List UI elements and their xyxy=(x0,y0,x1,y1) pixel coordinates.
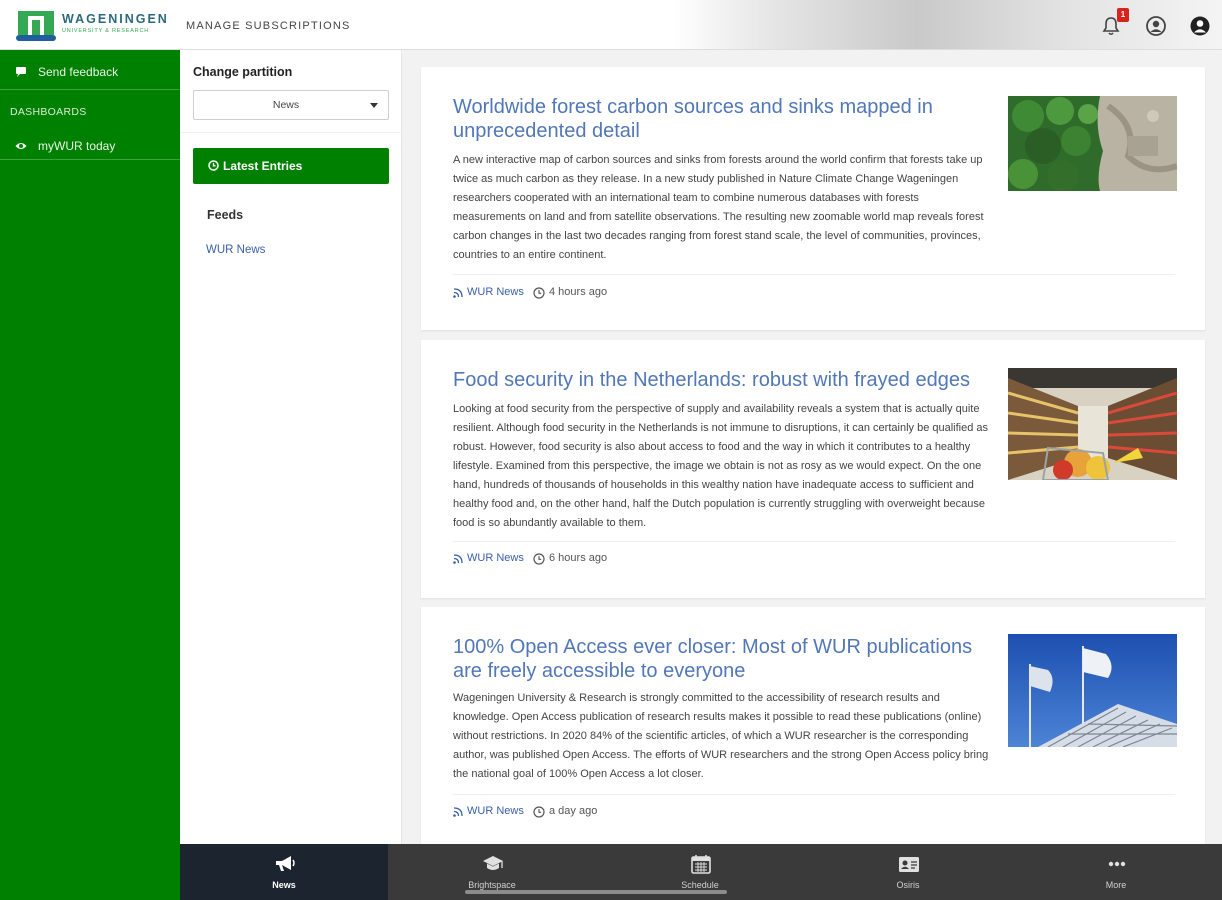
megaphone-icon xyxy=(276,856,295,871)
card-divider xyxy=(453,274,1175,275)
logo-name: WAGENINGEN xyxy=(62,12,169,26)
sidebar-divider xyxy=(0,159,180,160)
article-timestamp: a day ago xyxy=(549,805,598,817)
sidebar-item-label: Send feedback xyxy=(38,65,119,79)
forest-aerial-image[interactable] xyxy=(1008,96,1177,191)
panel-divider xyxy=(180,132,402,133)
article-title[interactable]: Worldwide forest carbon sources and sink… xyxy=(453,95,983,143)
article-meta: WUR News 4 hours ago xyxy=(453,286,753,302)
rss-icon xyxy=(453,288,463,298)
calendar-icon xyxy=(691,855,711,874)
card-divider xyxy=(453,794,1175,795)
notification-badge: 1 xyxy=(1117,8,1129,22)
latest-entries-label: Latest Entries xyxy=(223,159,303,173)
feed-link-wur-news[interactable]: WUR News xyxy=(206,244,265,256)
tab-label: Brightspace xyxy=(468,880,516,890)
wur-logo-icon xyxy=(16,11,56,41)
article-meta: WUR News a day ago xyxy=(453,805,753,821)
flags-building-image[interactable] xyxy=(1008,634,1177,747)
latest-entries-button[interactable]: Latest Entries xyxy=(193,148,389,184)
clock-icon xyxy=(533,287,545,299)
id-card-icon xyxy=(899,857,919,872)
clock-icon xyxy=(208,160,219,171)
tab-news[interactable]: News xyxy=(180,844,388,900)
clock-icon xyxy=(533,553,545,565)
article-body: Looking at food security from the perspe… xyxy=(453,403,989,529)
sidebar-divider xyxy=(0,89,180,90)
sidebar-section-heading: DASHBOARDS xyxy=(10,106,87,118)
left-sidebar: Send feedback DASHBOARDS myWUR today xyxy=(0,50,180,900)
article-title[interactable]: Food security in the Netherlands: robust… xyxy=(453,368,983,392)
rss-icon xyxy=(453,554,463,564)
tab-label: Osiris xyxy=(896,880,920,890)
comment-icon xyxy=(16,67,26,77)
article-card: 100% Open Access ever closer: Most of WU… xyxy=(421,607,1205,844)
tab-label: News xyxy=(272,880,296,890)
article-card: Worldwide forest carbon sources and sink… xyxy=(421,67,1205,330)
article-source-link[interactable]: WUR News xyxy=(467,805,524,817)
more-dots-icon xyxy=(1108,861,1126,867)
article-source-link[interactable]: WUR News xyxy=(467,286,524,298)
page-title: MANAGE SUBSCRIPTIONS xyxy=(186,20,351,32)
eye-icon xyxy=(15,143,27,149)
clock-icon xyxy=(533,806,545,818)
article-card: Food security in the Netherlands: robust… xyxy=(421,340,1205,598)
feeds-heading: Feeds xyxy=(207,208,244,222)
tab-osiris[interactable]: Osiris xyxy=(804,844,1012,900)
card-divider xyxy=(453,541,1175,542)
tab-label: More xyxy=(1105,880,1127,890)
user-profile-icon[interactable] xyxy=(1189,15,1211,37)
sidebar-item-send-feedback[interactable]: Send feedback xyxy=(0,52,180,90)
wur-logo[interactable]: WAGENINGEN UNIVERSITY & RESEARCH xyxy=(16,9,172,43)
article-timestamp: 6 hours ago xyxy=(549,552,608,564)
partition-select-value: News xyxy=(272,99,300,111)
home-indicator[interactable] xyxy=(465,890,727,894)
tab-more[interactable]: More xyxy=(1012,844,1222,900)
rss-icon xyxy=(453,807,463,817)
sidebar-item-label: myWUR today xyxy=(38,139,116,153)
article-title[interactable]: 100% Open Access ever closer: Most of WU… xyxy=(453,635,983,683)
graduation-cap-icon xyxy=(483,856,503,870)
article-body: A new interactive map of carbon sources … xyxy=(453,154,984,261)
partition-select[interactable]: News xyxy=(193,90,389,120)
article-timestamp: 4 hours ago xyxy=(549,286,608,298)
logo-subtitle: UNIVERSITY & RESEARCH xyxy=(62,28,149,34)
chevron-down-icon xyxy=(370,103,378,108)
change-partition-label: Change partition xyxy=(193,65,293,79)
supermarket-aisle-image[interactable] xyxy=(1008,368,1177,480)
article-body: Wageningen University & Research is stro… xyxy=(453,692,989,780)
partition-panel: Change partition News Latest Entries Fee… xyxy=(180,50,402,844)
article-source-link[interactable]: WUR News xyxy=(467,552,524,564)
tab-label: Schedule xyxy=(681,880,719,890)
article-meta: WUR News 6 hours ago xyxy=(453,552,753,568)
account-circle-icon[interactable] xyxy=(1145,15,1167,37)
app-header: WAGENINGEN UNIVERSITY & RESEARCH MANAGE … xyxy=(0,0,1222,50)
